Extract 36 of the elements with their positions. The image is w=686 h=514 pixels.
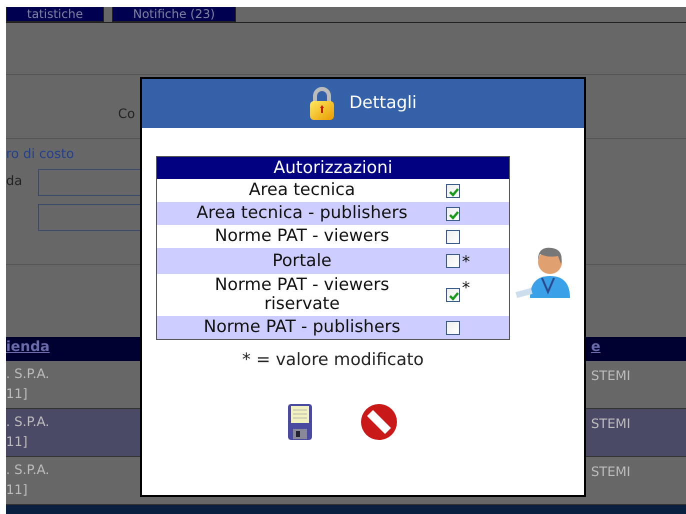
checkbox[interactable] <box>446 184 460 198</box>
table-cell-text: 11] <box>6 434 29 452</box>
tab[interactable]: Notifiche (23) <box>112 7 236 22</box>
table-cell-text: . S.P.A. <box>6 366 50 384</box>
field-label: da <box>6 173 22 192</box>
permission-label: Norme PAT - publishers <box>202 316 402 339</box>
table-cell: STEMI <box>591 369 630 384</box>
checkbox[interactable] <box>446 320 460 334</box>
padlock-icon <box>309 86 336 120</box>
checkbox[interactable] <box>446 254 460 268</box>
tab[interactable]: tatistiche <box>6 7 104 22</box>
table-cell-text: 11] <box>6 386 29 404</box>
table-cell-text: . S.P.A. <box>6 414 50 432</box>
permission-label: Norme PAT - viewers <box>214 225 390 248</box>
permission-label: Area tecnica - publishers <box>196 202 408 225</box>
cancel-button[interactable] <box>359 402 399 442</box>
table-cell: STEMI <box>591 417 630 432</box>
table-header: Autorizzazioni <box>157 157 509 179</box>
save-button[interactable] <box>287 402 313 442</box>
permission-label: Portale <box>271 250 333 272</box>
legend-text: * = valore modificato <box>241 349 425 372</box>
permission-label: Norme PAT - viewers riservate <box>214 274 390 316</box>
modified-mark: * <box>462 277 471 299</box>
checkbox[interactable] <box>446 206 460 220</box>
table-cell: STEMI <box>591 465 630 480</box>
checkbox[interactable] <box>446 230 460 244</box>
table-cell-text: 11] <box>6 482 29 500</box>
column-header[interactable]: e <box>591 337 686 361</box>
modified-mark: * <box>462 251 471 273</box>
field-label: Co <box>118 107 136 122</box>
checkbox[interactable] <box>446 288 460 302</box>
fieldset-legend: ro di costo <box>6 147 74 162</box>
table-cell-text: . S.P.A. <box>6 462 50 480</box>
permission-label: Area tecnica <box>248 179 356 202</box>
dialog-title: Dettagli <box>349 92 417 115</box>
column-header[interactable]: ienda <box>6 337 50 361</box>
